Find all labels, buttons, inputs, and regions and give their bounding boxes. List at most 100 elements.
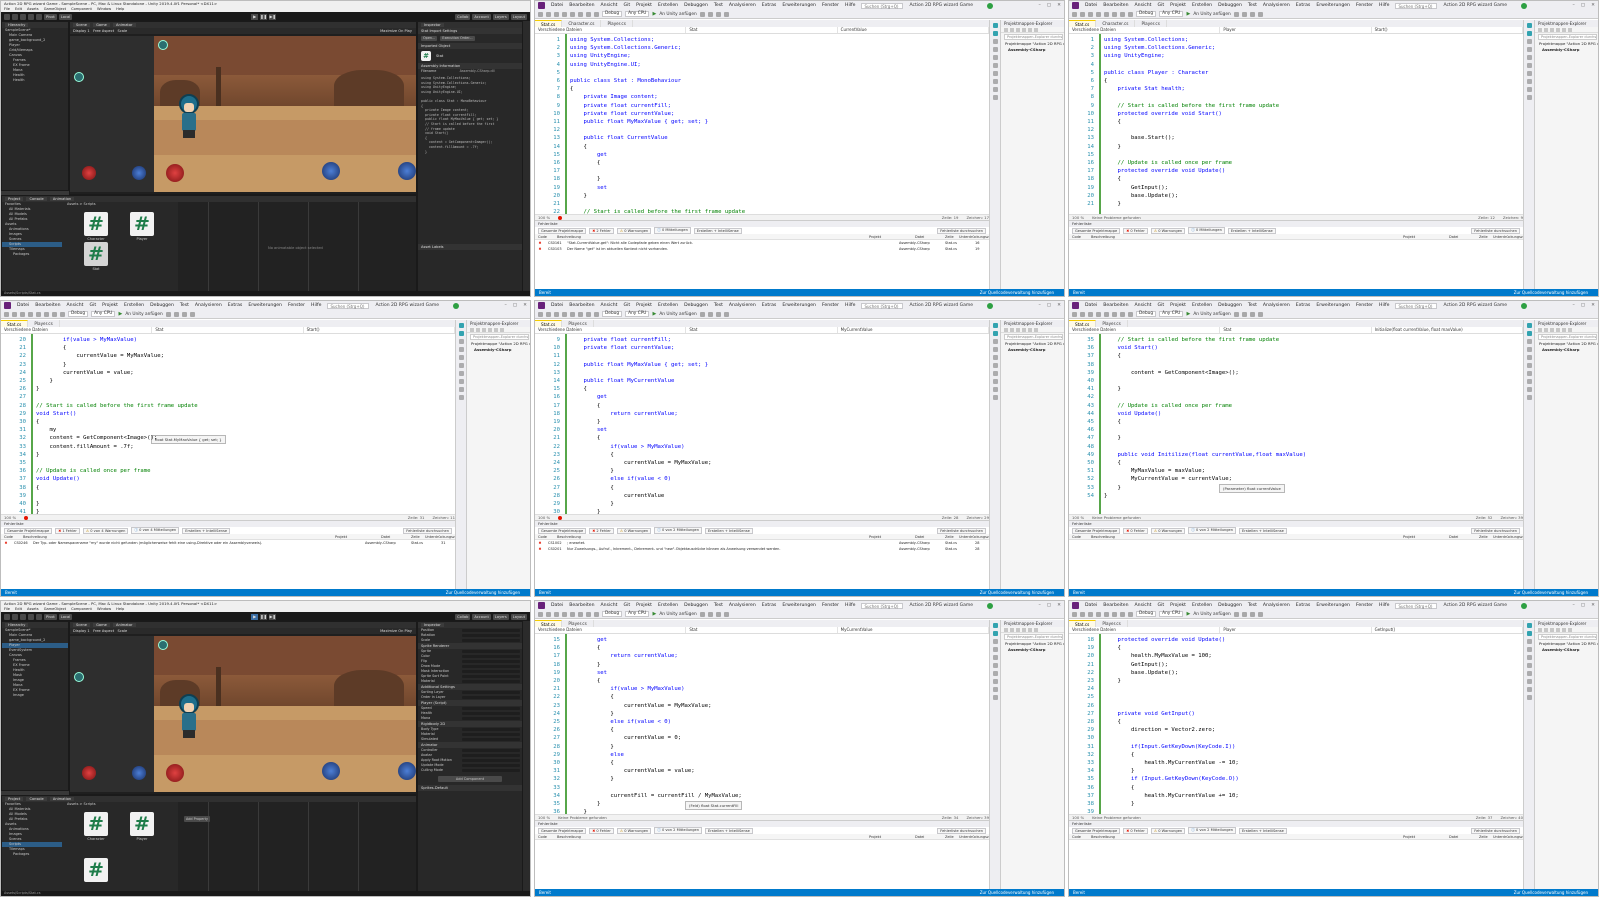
assembly-csharp-node[interactable]: Assembly-CSharp: [1001, 47, 1064, 53]
tab-stat-cs[interactable]: Stat.cs: [1069, 320, 1097, 327]
code-line[interactable]: 34}: [1, 451, 455, 459]
code-line[interactable]: 18 {: [1069, 175, 1523, 183]
tool-window-icon[interactable]: [1526, 23, 1532, 28]
col-description[interactable]: Beschreibung: [1091, 834, 1403, 839]
error-search-input[interactable]: Fehlerliste durchsuchen: [1471, 827, 1520, 834]
menu-extras[interactable]: Extras: [1296, 603, 1311, 608]
start-debug-icon[interactable]: ▶: [1186, 11, 1190, 17]
tab-stat-cs[interactable]: Stat.cs: [1069, 20, 1097, 27]
save-icon[interactable]: [1104, 311, 1109, 317]
display-select[interactable]: Display 1: [73, 29, 90, 33]
tool-window-icon[interactable]: [1526, 39, 1532, 44]
error-row[interactable]: ✖ CS0246 Der Typ- oder Namespacename "my" …: [1, 540, 455, 546]
menu-hilfe[interactable]: Hilfe: [845, 603, 855, 608]
move-tool-icon[interactable]: [12, 13, 18, 20]
code-line[interactable]: 14 public float MyCurrentValue: [535, 377, 989, 385]
code-line[interactable]: 17 {: [535, 402, 989, 410]
col-file[interactable]: Datei: [1449, 534, 1479, 539]
assembly-csharp-node[interactable]: Assembly-CSharp: [1001, 347, 1064, 353]
warnings-filter-button[interactable]: 0 Warnungen: [616, 527, 652, 534]
code-line[interactable]: 37 {: [1069, 352, 1523, 360]
property-row[interactable]: Culling Mode: [418, 768, 522, 773]
close-icon[interactable]: ✕: [1057, 603, 1061, 608]
redo-icon[interactable]: [1128, 311, 1133, 317]
col-suppression[interactable]: Unterdrückungszustand: [959, 234, 989, 239]
tool-window-icon[interactable]: [458, 395, 464, 400]
explorer-tool-icon[interactable]: [1010, 628, 1014, 632]
property-field[interactable]: [461, 654, 520, 659]
tool-window-icon[interactable]: [1526, 371, 1532, 376]
code-line[interactable]: 43 // Update is called once per frame: [1069, 402, 1523, 410]
vs-search-input[interactable]: Suchen (Strg+Q): [1395, 302, 1438, 309]
code-line[interactable]: 21 GetInput();: [1069, 661, 1523, 669]
undo-icon[interactable]: [586, 11, 591, 17]
toolbar-icon-d[interactable]: [723, 11, 729, 17]
code-line[interactable]: 38 {: [1, 484, 455, 492]
code-line[interactable]: 10 private float currentValue;: [535, 344, 989, 352]
code-line[interactable]: 21 {: [1, 344, 455, 352]
menu-projekt[interactable]: Projekt: [1170, 303, 1186, 308]
play-button[interactable]: ▶: [251, 13, 259, 20]
tool-window-icon[interactable]: [992, 331, 998, 336]
game-tab[interactable]: Game: [93, 23, 110, 27]
attach-unity-button[interactable]: An Unity anfügen: [1193, 12, 1230, 17]
menu-erstellen[interactable]: Erstellen: [124, 303, 144, 308]
col-code[interactable]: Code: [1069, 534, 1091, 539]
project-dropdown[interactable]: Verschiedene Dateien: [1069, 627, 1221, 633]
member-dropdown[interactable]: MyCurrentValue: [838, 627, 989, 633]
new-file-icon[interactable]: [1088, 11, 1093, 17]
tool-window-icon[interactable]: [992, 355, 998, 360]
error-search-input[interactable]: Fehlerliste durchsuchen: [937, 227, 986, 234]
scope-dropdown[interactable]: Gesamte Projektmappe: [4, 527, 53, 534]
tab-stat-cs[interactable]: Stat.cs: [535, 620, 563, 627]
property-field[interactable]: [461, 727, 520, 732]
toolbar-icon-b[interactable]: [707, 11, 713, 17]
explorer-tool-icon[interactable]: [1544, 628, 1548, 632]
tool-window-icon[interactable]: [992, 63, 998, 68]
menu-test[interactable]: Test: [714, 3, 723, 8]
menu-projekt[interactable]: Projekt: [636, 603, 652, 608]
code-line[interactable]: 27: [1, 393, 455, 401]
back-icon[interactable]: [4, 311, 9, 317]
toolbar-icon-d[interactable]: [1257, 611, 1263, 617]
configuration-dropdown[interactable]: Debug: [1136, 11, 1157, 17]
code-line[interactable]: 31 currentValue = value;: [535, 767, 989, 775]
tool-window-icon[interactable]: [992, 663, 998, 668]
menu-fenster[interactable]: Fenster: [822, 603, 839, 608]
col-project[interactable]: Projekt: [1403, 534, 1449, 539]
start-debug-icon[interactable]: ▶: [652, 11, 656, 17]
explorer-tool-icon[interactable]: [1562, 628, 1566, 632]
maximize-icon[interactable]: ▢: [1581, 303, 1585, 308]
toolbar-icon-b[interactable]: [1241, 11, 1247, 17]
class-dropdown[interactable]: Stat: [686, 27, 838, 33]
toolbar-icon-a[interactable]: [699, 11, 705, 17]
tool-window-icon[interactable]: [1526, 695, 1532, 700]
col-description[interactable]: Beschreibung: [557, 534, 869, 539]
rect-tool-icon[interactable]: [36, 13, 42, 20]
property-field[interactable]: [461, 669, 520, 674]
tool-window-icon[interactable]: [992, 39, 998, 44]
solution-explorer-search[interactable]: Projektmappen-Explorer durchsuchen (Strg…: [1538, 634, 1597, 640]
tool-window-icon[interactable]: [992, 47, 998, 52]
menu-erstellen[interactable]: Erstellen: [1192, 603, 1212, 608]
property-field[interactable]: [461, 716, 520, 721]
tool-window-icon[interactable]: [458, 355, 464, 360]
col-suppression[interactable]: Unterdrückungszustand: [1493, 234, 1523, 239]
code-line[interactable]: 27 currentValue = 0;: [535, 734, 989, 742]
inspector-lock-icon[interactable]: [523, 621, 530, 893]
toolbar-icon-b[interactable]: [1241, 611, 1247, 617]
platform-dropdown[interactable]: Any CPU: [1159, 611, 1184, 617]
animation-tab[interactable]: Animation: [49, 197, 75, 201]
col-file[interactable]: Datei: [1449, 834, 1479, 839]
col-description[interactable]: Beschreibung: [557, 834, 869, 839]
tool-window-icon[interactable]: [1526, 31, 1532, 36]
tool-window-icon[interactable]: [458, 387, 464, 392]
messages-filter-button[interactable]: 0 Mitteilungen: [654, 227, 691, 234]
redo-icon[interactable]: [594, 311, 599, 317]
code-line[interactable]: 20 if(value > MyMaxValue): [1, 336, 455, 344]
menu-erweiterungen[interactable]: Erweiterungen: [1316, 303, 1350, 308]
tool-window-icon[interactable]: [1526, 339, 1532, 344]
start-debug-icon[interactable]: ▶: [652, 311, 656, 317]
col-project[interactable]: Projekt: [869, 834, 915, 839]
project-dropdown[interactable]: Verschiedene Dateien: [535, 327, 687, 333]
